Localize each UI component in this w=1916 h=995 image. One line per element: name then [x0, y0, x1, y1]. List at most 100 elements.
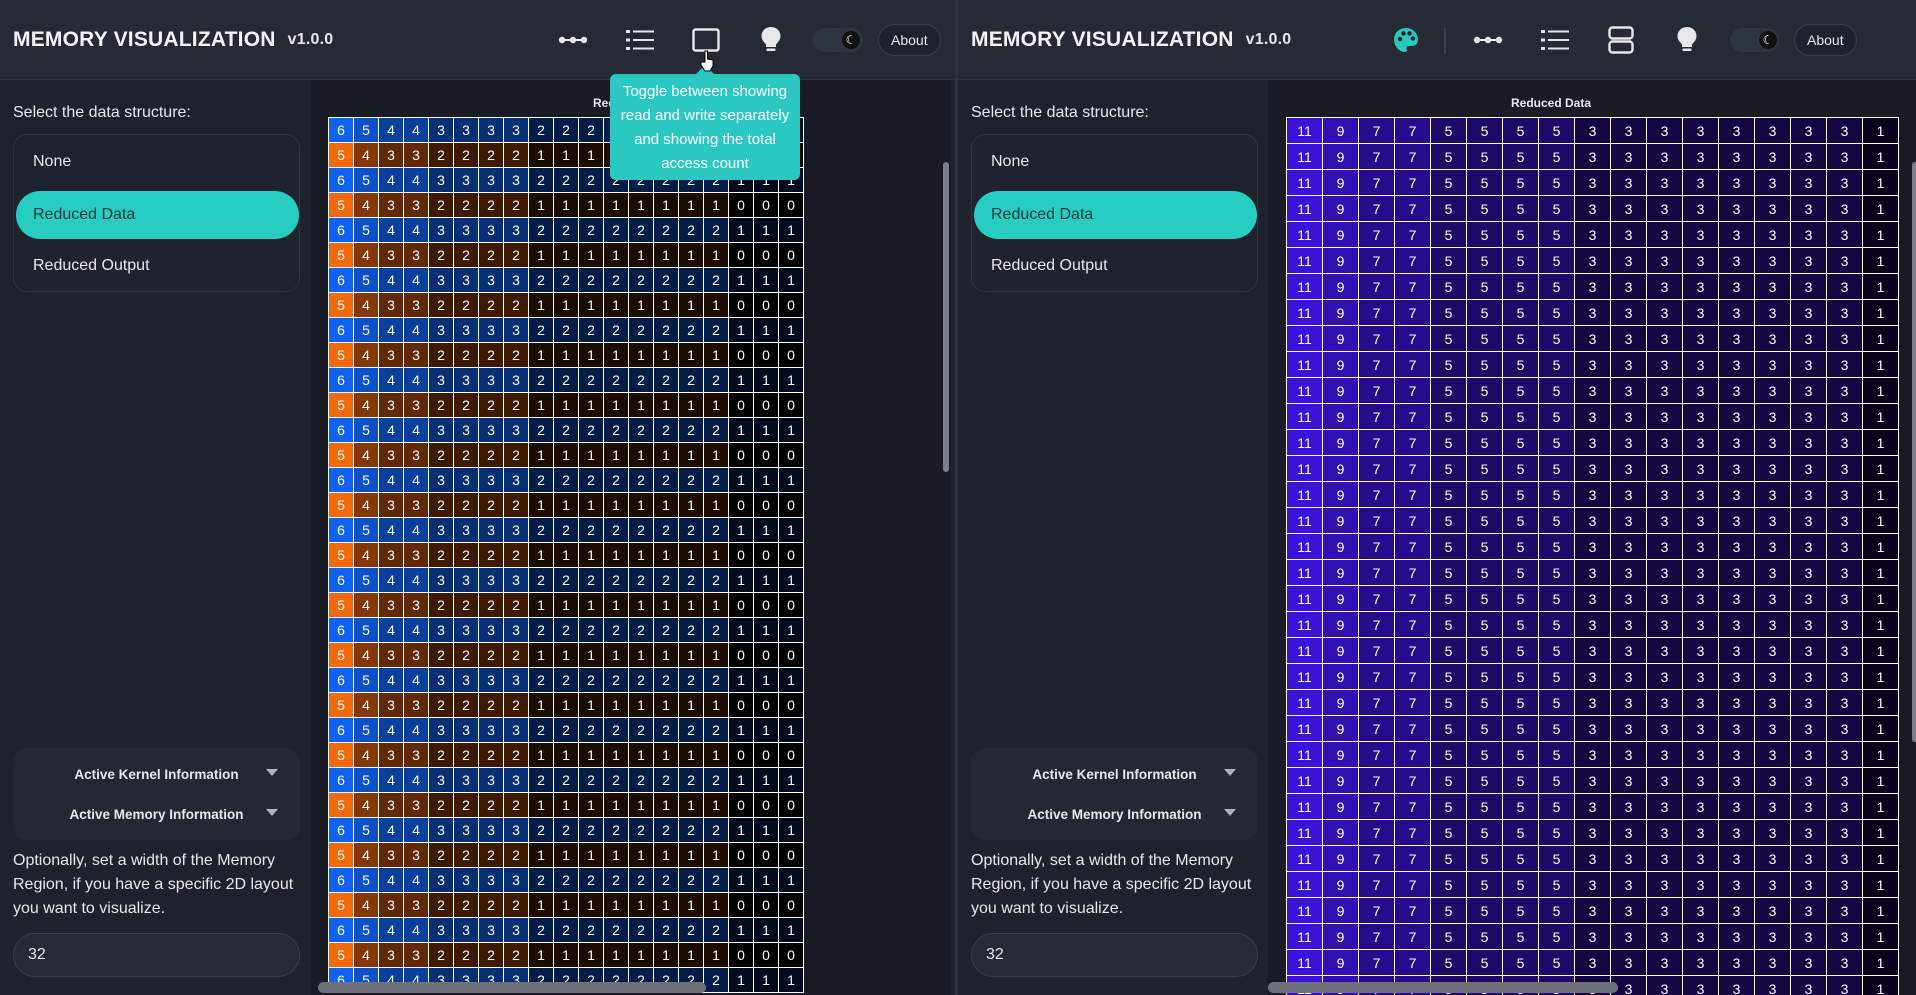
memory-cell[interactable]: 6 — [329, 268, 354, 293]
memory-cell[interactable]: 2 — [704, 418, 729, 443]
memory-cell[interactable]: 3 — [1791, 638, 1827, 664]
memory-cell[interactable]: 2 — [529, 868, 554, 893]
memory-cell[interactable]: 9 — [1323, 456, 1359, 482]
memory-cell[interactable]: 3 — [1719, 950, 1755, 976]
memory-cell[interactable]: 7 — [1395, 404, 1431, 430]
memory-cell[interactable]: 2 — [479, 343, 504, 368]
memory-cell[interactable]: 3 — [454, 868, 479, 893]
memory-cell[interactable]: 1 — [1863, 196, 1899, 222]
memory-cell[interactable]: 1 — [579, 793, 604, 818]
memory-cell[interactable]: 3 — [1647, 898, 1683, 924]
memory-cell[interactable]: 3 — [454, 618, 479, 643]
memory-cell[interactable]: 1 — [1863, 742, 1899, 768]
memory-cell[interactable]: 2 — [604, 918, 629, 943]
memory-cell[interactable]: 2 — [454, 543, 479, 568]
memory-cell[interactable]: 3 — [1719, 170, 1755, 196]
memory-cell[interactable]: 3 — [1791, 924, 1827, 950]
memory-cell[interactable]: 1 — [729, 468, 754, 493]
memory-cell[interactable]: 5 — [1467, 274, 1503, 300]
memory-cell[interactable]: 1 — [704, 843, 729, 868]
memory-cell[interactable]: 3 — [1719, 612, 1755, 638]
memory-cell[interactable]: 4 — [379, 368, 404, 393]
memory-cell[interactable]: 1 — [1863, 586, 1899, 612]
memory-cell[interactable]: 3 — [1791, 976, 1827, 995]
memory-cell[interactable]: 5 — [1503, 326, 1539, 352]
memory-cell[interactable]: 2 — [529, 268, 554, 293]
memory-cell[interactable]: 3 — [404, 893, 429, 918]
memory-cell[interactable]: 1 — [604, 443, 629, 468]
memory-cell[interactable]: 2 — [504, 943, 529, 968]
memory-cell[interactable]: 2 — [704, 268, 729, 293]
memory-cell[interactable]: 7 — [1395, 950, 1431, 976]
memory-cell[interactable]: 1 — [604, 793, 629, 818]
memory-cell[interactable]: 7 — [1395, 664, 1431, 690]
memory-cell[interactable]: 1 — [654, 593, 679, 618]
memory-cell[interactable]: 5 — [354, 618, 379, 643]
memory-cell[interactable]: 3 — [1575, 716, 1611, 742]
memory-cell[interactable]: 3 — [1611, 170, 1647, 196]
memory-cell[interactable]: 3 — [454, 568, 479, 593]
memory-cell[interactable]: 2 — [679, 518, 704, 543]
memory-cell[interactable]: 5 — [1503, 820, 1539, 846]
memory-cell[interactable]: 0 — [779, 593, 804, 618]
memory-cell[interactable]: 2 — [504, 893, 529, 918]
memory-cell[interactable]: 5 — [1503, 872, 1539, 898]
memory-cell[interactable]: 2 — [454, 643, 479, 668]
memory-cell[interactable]: 3 — [1827, 716, 1863, 742]
memory-cell[interactable]: 4 — [404, 718, 429, 743]
memory-cell[interactable]: 1 — [704, 743, 729, 768]
memory-cell[interactable]: 2 — [529, 568, 554, 593]
memory-cell[interactable]: 3 — [1719, 586, 1755, 612]
memory-cell[interactable]: 2 — [654, 618, 679, 643]
dots-icon[interactable] — [1470, 22, 1506, 58]
memory-cell[interactable]: 3 — [1755, 456, 1791, 482]
memory-cell[interactable]: 2 — [479, 943, 504, 968]
memory-cell[interactable]: 2 — [554, 268, 579, 293]
memory-cell[interactable]: 3 — [1827, 586, 1863, 612]
memory-cell[interactable]: 1 — [629, 893, 654, 918]
memory-cell[interactable]: 5 — [1431, 170, 1467, 196]
memory-cell[interactable]: 6 — [329, 518, 354, 543]
memory-cell[interactable]: 11 — [1287, 456, 1323, 482]
memory-cell[interactable]: 3 — [429, 118, 454, 143]
memory-cell[interactable]: 1 — [679, 893, 704, 918]
memory-cell[interactable]: 9 — [1323, 924, 1359, 950]
memory-cell[interactable]: 3 — [504, 118, 529, 143]
theme-toggle[interactable]: ☾ — [1730, 28, 1780, 52]
memory-cell[interactable]: 0 — [729, 593, 754, 618]
memory-cell[interactable]: 5 — [1539, 352, 1575, 378]
memory-cell[interactable]: 2 — [454, 793, 479, 818]
memory-cell[interactable]: 0 — [729, 343, 754, 368]
memory-cell[interactable]: 3 — [1683, 664, 1719, 690]
memory-cell[interactable]: 2 — [554, 518, 579, 543]
memory-cell[interactable]: 5 — [1431, 820, 1467, 846]
memory-cell[interactable]: 3 — [404, 193, 429, 218]
memory-cell[interactable]: 11 — [1287, 378, 1323, 404]
memory-cell[interactable]: 1 — [579, 943, 604, 968]
memory-cell[interactable]: 3 — [1611, 482, 1647, 508]
memory-cell[interactable]: 2 — [604, 218, 629, 243]
memory-cell[interactable]: 5 — [329, 943, 354, 968]
bulb-icon[interactable] — [753, 22, 789, 58]
memory-cell[interactable]: 11 — [1287, 508, 1323, 534]
memory-cell[interactable]: 1 — [654, 743, 679, 768]
memory-cell[interactable]: 3 — [1647, 846, 1683, 872]
memory-cell[interactable]: 11 — [1287, 924, 1323, 950]
memory-cell[interactable]: 1 — [604, 243, 629, 268]
memory-cell[interactable]: 1 — [629, 293, 654, 318]
memory-cell[interactable]: 5 — [1467, 456, 1503, 482]
horizontal-scrollbar[interactable] — [318, 982, 706, 993]
memory-cell[interactable]: 5 — [1467, 430, 1503, 456]
memory-cell[interactable]: 9 — [1323, 144, 1359, 170]
memory-cell[interactable]: 9 — [1323, 196, 1359, 222]
memory-cell[interactable]: 3 — [1755, 794, 1791, 820]
memory-cell[interactable]: 4 — [404, 618, 429, 643]
memory-cell[interactable]: 5 — [1503, 508, 1539, 534]
memory-cell[interactable]: 5 — [1431, 430, 1467, 456]
memory-cell[interactable]: 2 — [604, 818, 629, 843]
memory-cell[interactable]: 3 — [1683, 534, 1719, 560]
memory-cell[interactable]: 3 — [1719, 430, 1755, 456]
memory-cell[interactable]: 1 — [729, 568, 754, 593]
memory-cell[interactable]: 1 — [779, 568, 804, 593]
memory-cell[interactable]: 2 — [629, 618, 654, 643]
